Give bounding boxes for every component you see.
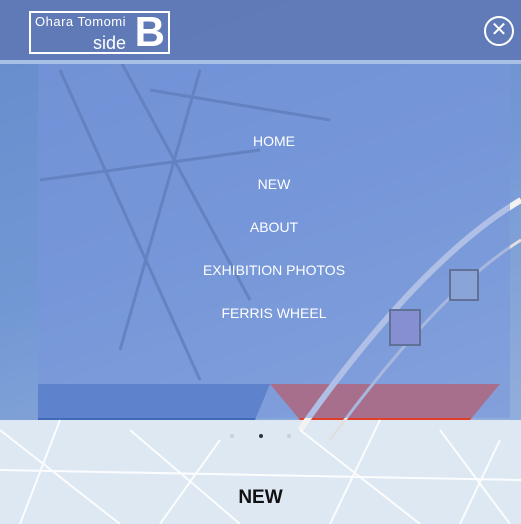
site-header: Ohara Tomomi side B ✕ xyxy=(0,0,521,64)
carousel-dot[interactable] xyxy=(230,434,235,438)
nav-item-new-label: NEW xyxy=(257,176,291,192)
section-title-new: NEW xyxy=(238,487,283,508)
logo-letter: B xyxy=(134,8,165,55)
nav-item-home-label: HOME xyxy=(253,133,295,149)
nav-menu-overlay: HOME NEW ABOUT EXHIBITION PHOTOS FERRIS … xyxy=(38,64,510,418)
site-logo[interactable]: Ohara Tomomi side B xyxy=(29,8,170,55)
close-icon[interactable]: ✕ xyxy=(484,16,514,46)
logo-name: Ohara Tomomi xyxy=(35,14,127,29)
carousel-dot-active[interactable] xyxy=(258,434,263,438)
carousel-dot[interactable] xyxy=(286,434,291,438)
nav-item-new[interactable]: NEW xyxy=(38,167,510,210)
logo-side: side xyxy=(93,33,127,53)
nav-item-exhibition-photos-label: EXHIBITION PHOTOS xyxy=(202,262,346,278)
nav-list: HOME NEW ABOUT EXHIBITION PHOTOS FERRIS … xyxy=(38,124,510,339)
nav-item-ferris-wheel-label: FERRIS WHEEL xyxy=(221,305,327,321)
carousel-dots xyxy=(0,425,521,443)
nav-item-about[interactable]: ABOUT xyxy=(38,210,510,253)
nav-item-about-label: ABOUT xyxy=(249,219,299,235)
nav-item-exhibition-photos[interactable]: EXHIBITION PHOTOS xyxy=(38,253,510,296)
nav-item-ferris-wheel[interactable]: FERRIS WHEEL xyxy=(38,296,510,339)
nav-item-home[interactable]: HOME xyxy=(38,124,510,167)
